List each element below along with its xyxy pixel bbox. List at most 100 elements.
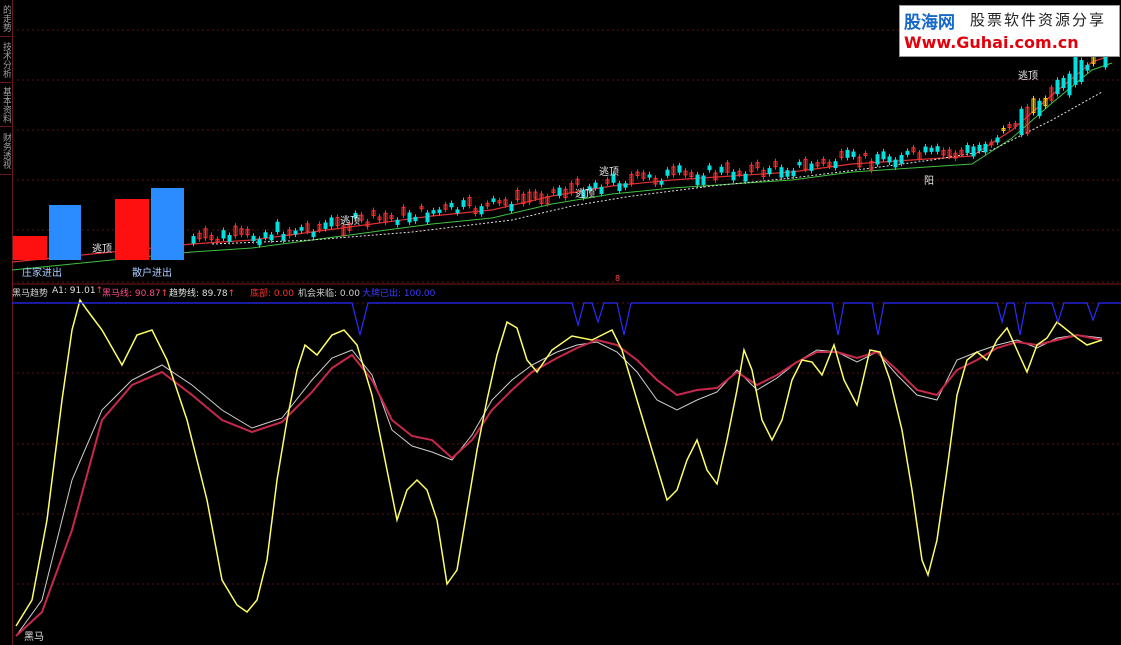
candle-body: [695, 174, 700, 186]
candle-body: [893, 159, 898, 168]
candle-body: [509, 203, 514, 212]
candle-body: [455, 209, 460, 214]
site-logo: 股海网 股票软件资源分享 Www.Guhai.com.cn: [899, 5, 1120, 57]
escape-top-label-3: 逃顶: [599, 167, 619, 178]
zhuang-bar-1: [13, 236, 47, 260]
sidebar-tab-fundamental[interactable]: 基本资料: [0, 84, 11, 127]
sidebar-tab-finance[interactable]: 财务透视: [0, 128, 11, 175]
escape-top-label-1: 逃顶: [340, 216, 360, 227]
candle-body: [785, 170, 790, 177]
candle-body: [845, 149, 850, 158]
sanhu-bar-1: [49, 205, 81, 260]
chart-area[interactable]: 逃顶 逃顶 逃顶 逃顶 逃顶 阳 庄家进出 散户进出 8 黑马趋势 A1: 91…: [12, 0, 1121, 645]
candle-body: [779, 167, 784, 178]
candle-body: [1037, 100, 1042, 117]
candle-body: [983, 143, 988, 153]
candle-body: [731, 171, 736, 181]
candle-body: [1073, 53, 1078, 85]
candle-body: [791, 170, 796, 177]
candle-body: [767, 168, 772, 175]
candle-body: [743, 173, 748, 182]
candle-body: [929, 147, 934, 152]
candle-body: [281, 233, 286, 241]
sidebar-tab-technical[interactable]: 技术分析: [0, 38, 11, 83]
top-sell-line: [12, 302, 1121, 336]
indicator-a1: A1: 91.01↑: [52, 286, 104, 296]
indicator-heima-line: 黑马线: 90.87↑: [102, 289, 169, 299]
candle-body: [425, 212, 430, 223]
candle-body: [227, 234, 232, 242]
escape-top-label-5: 逃顶: [92, 244, 112, 255]
candle-body: [557, 187, 562, 196]
candle-body: [905, 150, 910, 155]
candle-body: [935, 146, 940, 152]
trend-line: [15, 334, 1103, 637]
candle-body: [269, 234, 274, 241]
candle-body: [1067, 73, 1072, 96]
candle-body: [251, 235, 256, 242]
candle-body: [995, 137, 1000, 143]
bottom-marker: 8: [615, 274, 621, 283]
candle-body: [191, 236, 196, 244]
candle-body: [449, 202, 454, 208]
escape-top-label-2: 逃顶: [575, 189, 595, 200]
candle-body: [275, 221, 280, 233]
candle-body: [887, 156, 892, 163]
candle-body: [599, 186, 604, 194]
candle-body: [407, 212, 412, 223]
sanhu-bar-2: [151, 188, 184, 260]
candle-body: [461, 200, 466, 207]
candle-body: [323, 222, 328, 229]
candle-body: [875, 154, 880, 165]
candle-body: [395, 219, 400, 225]
candle-body: [971, 146, 976, 157]
candle-body: [221, 230, 226, 239]
indicator-trend-line: 趋势线: 89.78↑: [169, 289, 236, 299]
candle-body: [809, 163, 814, 171]
candle-body: [329, 217, 334, 227]
candle-body: [413, 216, 418, 222]
candle-body: [293, 230, 298, 235]
heima-line: [15, 333, 1103, 637]
sanhu-label: 散户进出: [132, 268, 172, 279]
candle-body: [977, 144, 982, 152]
logo-site-name: 股海网: [904, 13, 955, 33]
candle-body: [833, 161, 838, 169]
heima-corner-label: 黑马: [24, 632, 44, 643]
indicator-bottom: 底部: 0.00: [250, 289, 294, 299]
candle-body: [659, 180, 664, 185]
chart-canvas[interactable]: [12, 0, 1121, 645]
candle-body: [881, 151, 886, 160]
candle-body: [257, 238, 262, 246]
a1-line: [15, 298, 1103, 627]
candle-body: [479, 206, 484, 215]
candle-body: [707, 165, 712, 171]
candle-body: [647, 174, 652, 178]
logo-slogan: 股票软件资源分享: [970, 11, 1107, 29]
candle-body: [797, 161, 802, 166]
candle-body: [1055, 79, 1060, 95]
candle-body: [665, 169, 670, 176]
candle-body: [311, 231, 316, 238]
sun-label: 阳: [924, 176, 934, 187]
indicator-top-sell: 大牌已出: 100.00: [362, 289, 436, 299]
zhuang-label: 庄家进出: [22, 268, 62, 279]
candle-body: [719, 166, 724, 173]
candle-body: [299, 227, 304, 231]
candle-body: [1079, 60, 1084, 83]
candle-body: [1019, 108, 1024, 135]
candle-body: [899, 155, 904, 164]
candle-body: [851, 151, 856, 157]
candle-body: [677, 165, 682, 173]
candle-body: [1061, 77, 1066, 89]
candle-body: [923, 146, 928, 153]
indicator-name: 黑马趋势: [12, 289, 49, 299]
zhuang-bar-2: [115, 199, 149, 260]
candle-body: [623, 183, 628, 188]
candle-body: [1085, 64, 1090, 71]
candle-body: [263, 232, 268, 238]
sidebar-tab-trend[interactable]: 的走势: [0, 0, 11, 37]
logo-url: Www.Guhai.com.cn: [904, 33, 1079, 52]
escape-top-label-4: 逃顶: [1018, 71, 1038, 82]
candle-body: [701, 175, 706, 185]
